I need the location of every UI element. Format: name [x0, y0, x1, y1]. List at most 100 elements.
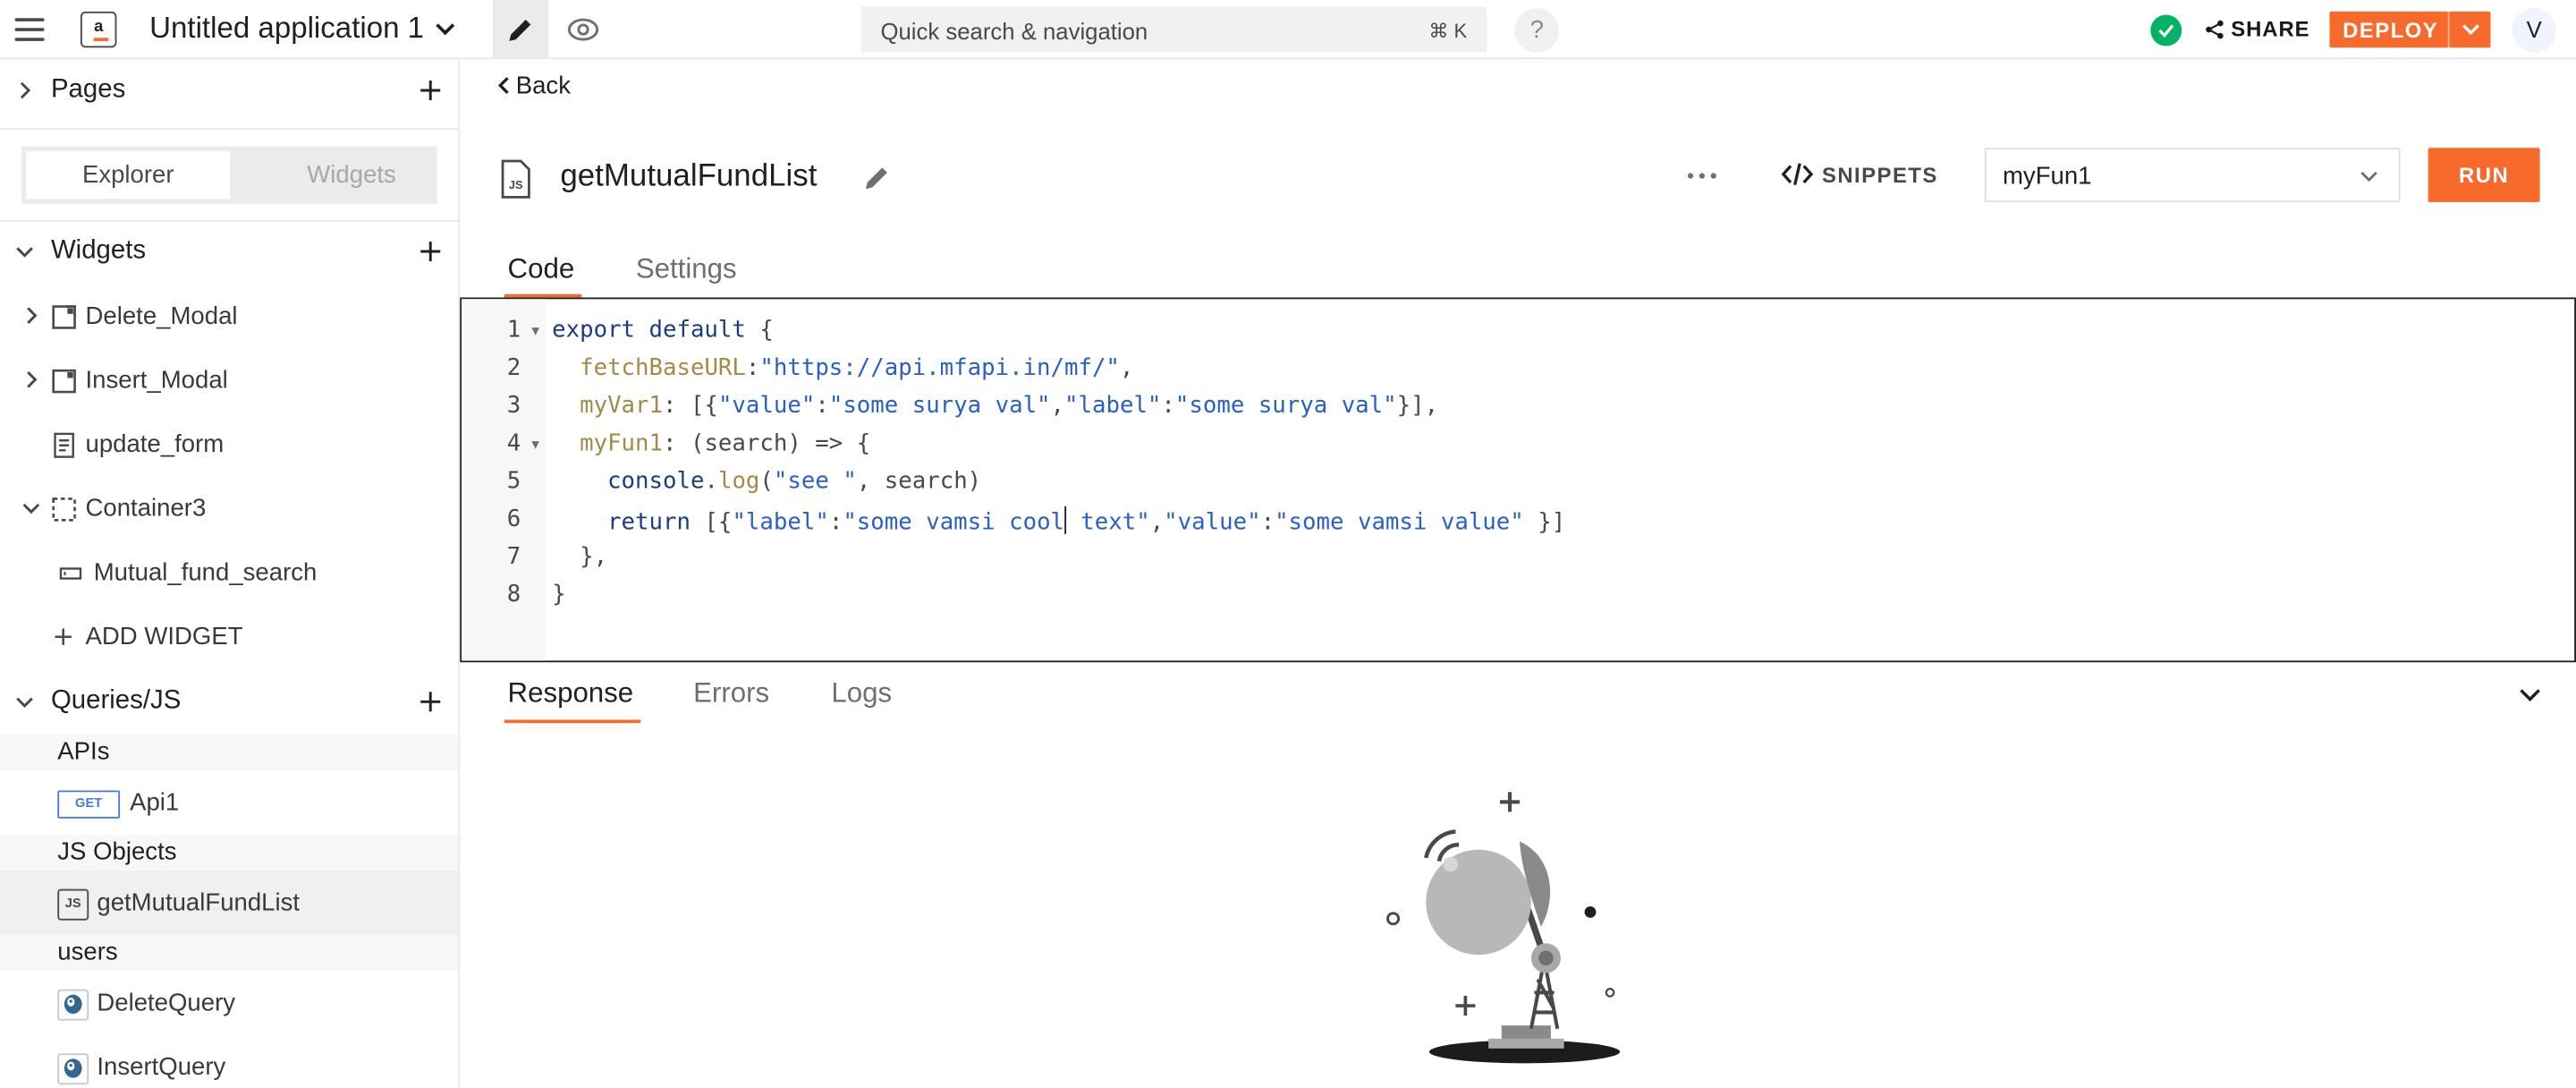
code-line: fetchBaseURL:"https://api.mfapi.in/mf/", [580, 354, 1134, 382]
chevron-down-icon[interactable] [15, 242, 35, 261]
snippets-button[interactable]: SNIPPETS [1781, 161, 1938, 187]
share-label: SHARE [2231, 16, 2310, 41]
code-line: }, [580, 543, 608, 571]
widgets-section-header[interactable]: Widgets [0, 220, 458, 285]
top-bar: a Untitled application 1 Quick search & … [0, 0, 2576, 60]
saved-status-icon [2150, 14, 2182, 47]
code-line: console.log("see ", search) [607, 468, 982, 495]
add-page-icon[interactable] [419, 79, 442, 102]
input-icon [59, 567, 82, 580]
postgres-icon [57, 1053, 89, 1085]
queries-section-header[interactable]: Queries/JS [0, 670, 458, 735]
chevron-down-icon[interactable] [434, 20, 457, 39]
fold-arrow-icon[interactable]: ▼ [529, 438, 542, 453]
code-line: myFun1: (search) => { [580, 430, 871, 457]
add-widget-label: ADD WIDGET [85, 623, 243, 651]
more-options-icon[interactable] [1687, 173, 1716, 179]
deploy-button[interactable]: DEPLOY [2329, 11, 2491, 48]
widget-label: Mutual_fund_search [93, 558, 318, 587]
add-query-icon[interactable] [419, 690, 442, 713]
chevron-down-icon[interactable] [21, 498, 41, 518]
widget-item-mutual-fund-search[interactable]: Mutual_fund_search [0, 540, 458, 605]
line-number: 5 [506, 468, 521, 495]
menu-icon[interactable] [14, 16, 45, 42]
api-item-api1[interactable]: GET Api1 [0, 770, 458, 835]
eye-icon [567, 18, 599, 41]
group-label: APIs [57, 737, 110, 766]
tab-settings[interactable]: Settings [636, 253, 737, 286]
js-editor-pane: Back JS getMutualFundList SNIPPETS myFun… [460, 59, 2576, 1088]
search-shortcut: ⌘ K [1428, 20, 1468, 43]
app-root: a Untitled application 1 Quick search & … [0, 0, 2576, 1088]
snippets-label: SNIPPETS [1821, 162, 1938, 188]
chevron-right-icon[interactable] [15, 81, 35, 100]
code-line: } [552, 582, 566, 608]
add-widget-icon[interactable] [419, 240, 442, 263]
group-js-objects: JS Objects [0, 835, 459, 871]
chevron-down-icon[interactable] [15, 692, 35, 711]
chevron-down-icon[interactable] [2461, 21, 2480, 38]
api-label: Api1 [130, 788, 180, 817]
active-tab-indicator [504, 719, 641, 724]
group-label: users [57, 938, 118, 967]
tab-explorer[interactable]: Explorer [26, 150, 231, 200]
user-avatar[interactable]: V [2512, 8, 2556, 53]
fold-arrow-icon[interactable]: ▼ [529, 324, 542, 339]
code-editor[interactable]: 1 2 3 4 5 6 7 8 ▼ ▼ export default { fet… [460, 297, 2576, 663]
pages-title: Pages [50, 75, 126, 104]
share-button[interactable]: SHARE [2205, 16, 2310, 46]
widget-item-update-form[interactable]: update_form [0, 412, 458, 477]
js-object-name[interactable]: getMutualFundList [560, 159, 817, 195]
tab-logs[interactable]: Logs [831, 677, 892, 710]
widget-item-insert-modal[interactable]: Insert_Modal [0, 348, 458, 412]
line-number: 7 [506, 543, 521, 571]
query-item-deletequery[interactable]: DeleteQuery [0, 972, 458, 1036]
queries-title: Queries/JS [50, 686, 182, 715]
add-widget-button[interactable]: ADD WIDGET [0, 605, 458, 669]
query-item-insertquery[interactable]: InsertQuery [0, 1035, 458, 1088]
line-number: 8 [506, 582, 521, 608]
js-label: getMutualFundList [97, 888, 301, 917]
tab-widgets[interactable]: Widgets [250, 151, 453, 199]
line-number: 4 [506, 430, 521, 457]
app-title[interactable]: Untitled application 1 [149, 12, 424, 47]
chevron-down-icon [2360, 171, 2377, 183]
deploy-label: DEPLOY [2343, 18, 2439, 43]
tab-response[interactable]: Response [508, 677, 634, 710]
pages-section-header[interactable]: Pages [0, 59, 458, 123]
query-label: DeleteQuery [97, 989, 236, 1017]
help-button[interactable]: ? [1514, 8, 1560, 53]
edit-name-icon[interactable] [862, 163, 892, 192]
postgres-icon [57, 989, 89, 1021]
back-link[interactable]: Back [496, 72, 571, 100]
widget-label: Delete_Modal [85, 302, 238, 331]
code-line: myVar1: [{"value":"some surya val","labe… [580, 392, 1439, 420]
tab-errors[interactable]: Errors [693, 677, 769, 710]
explorer-sidebar: Pages Explorer Widgets Widgets Delete_Mo… [0, 59, 461, 1088]
function-select-value: myFun1 [2002, 162, 2092, 191]
edit-mode-button[interactable] [493, 0, 549, 60]
share-icon [2206, 20, 2224, 39]
chevron-right-icon[interactable] [21, 370, 41, 389]
chevron-down-icon[interactable] [2519, 687, 2542, 703]
back-label: Back [515, 72, 572, 101]
widget-label: Container3 [85, 494, 207, 523]
code-line: return [{"label":"some vamsi cool text",… [552, 506, 1565, 536]
widget-item-container3[interactable]: Container3 [0, 477, 458, 541]
tab-code[interactable]: Code [508, 253, 575, 286]
code-icon [1781, 163, 1814, 186]
view-mode-button[interactable] [554, 0, 609, 59]
function-select[interactable]: myFun1 [1984, 148, 2401, 202]
chevron-right-icon[interactable] [21, 306, 41, 326]
js-item-getmutualfundlist[interactable]: JS getMutualFundList [0, 871, 459, 936]
app-logo[interactable]: a [80, 11, 117, 48]
line-number: 6 [506, 506, 521, 533]
widget-label: update_form [85, 430, 225, 459]
widget-item-delete-modal[interactable]: Delete_Modal [0, 285, 458, 349]
chevron-left-icon [497, 77, 509, 94]
get-method-badge: GET [57, 790, 121, 819]
line-number: 3 [506, 392, 521, 420]
run-button[interactable]: RUN [2428, 148, 2540, 202]
pencil-icon [509, 20, 531, 41]
quick-search-bar[interactable]: Quick search & navigation ⌘ K [860, 6, 1487, 53]
